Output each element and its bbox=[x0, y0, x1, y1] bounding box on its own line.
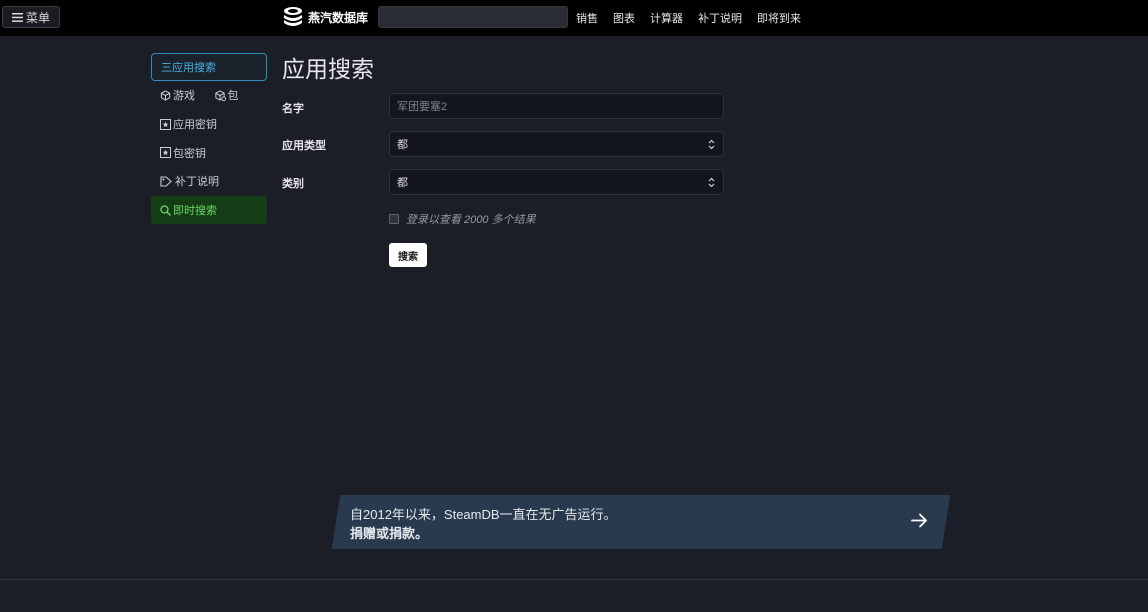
login-results-label: 登录以查看 2000 多个结果 bbox=[406, 214, 536, 226]
hamburger-icon bbox=[11, 12, 23, 22]
star-box-icon bbox=[160, 118, 171, 130]
page-title: 应用搜索 bbox=[282, 56, 374, 82]
category-label: 类别 bbox=[282, 178, 304, 190]
steamdb-logo-icon bbox=[284, 7, 302, 26]
category-select[interactable]: 都 bbox=[389, 169, 724, 195]
sidebar-item-label: 即时搜索 bbox=[173, 205, 217, 218]
menu-label: 菜单 bbox=[25, 10, 50, 25]
nav-charts[interactable]: 图表 bbox=[613, 10, 635, 26]
banner-line-2: 捐赠或捐款。 bbox=[350, 526, 429, 541]
sidebar-item-packages[interactable]: 包 bbox=[214, 87, 268, 103]
app-type-label: 应用类型 bbox=[282, 140, 326, 152]
logo-text: 燕汽数据库 bbox=[308, 10, 369, 25]
name-placeholder: 军团要塞2 bbox=[397, 101, 448, 113]
app-type-value: 都 bbox=[397, 139, 408, 151]
sidebar-item-label: 补丁说明 bbox=[175, 176, 219, 189]
sidebar-item-patchnotes[interactable]: 补丁说明 bbox=[151, 167, 267, 196]
cubes-icon bbox=[214, 90, 226, 101]
sidebar-item-instant-search[interactable]: 即时搜索 bbox=[151, 195, 267, 225]
sidebar-item-app-search[interactable]: 三应用搜索 bbox=[151, 53, 267, 81]
tags-icon bbox=[160, 176, 173, 187]
site-logo[interactable]: 燕汽数据库 bbox=[282, 6, 368, 28]
search-button[interactable]: 搜索 bbox=[389, 243, 427, 267]
search-icon bbox=[160, 204, 171, 216]
footer-divider bbox=[0, 579, 1148, 580]
donation-banner-text: 自2012年以来，SteamDB一直在无广告运行。 捐赠或捐款。 bbox=[350, 505, 617, 543]
sidebar-item-label: 应用密钥 bbox=[173, 119, 217, 132]
sidebar-item-package-keys[interactable]: 包密钥 bbox=[151, 138, 267, 167]
sidebar: 三应用搜索 游戏 包 应用密钥 包密钥 补丁说明 即时搜索 bbox=[151, 53, 267, 225]
category-value: 都 bbox=[397, 177, 408, 189]
name-label: 名字 bbox=[282, 103, 304, 115]
sidebar-item-label: 包密钥 bbox=[173, 147, 206, 160]
cube-icon bbox=[160, 90, 171, 101]
sidebar-item-label: 包 bbox=[227, 90, 239, 103]
select-arrows-icon bbox=[708, 139, 715, 150]
app-type-select[interactable]: 都 bbox=[389, 131, 724, 157]
sidebar-item-app-keys[interactable]: 应用密钥 bbox=[151, 110, 267, 139]
nav-upcoming[interactable]: 即将到来 bbox=[757, 10, 801, 26]
sidebar-row-games-packages: 游戏 包 bbox=[151, 81, 267, 110]
arrow-right-icon[interactable] bbox=[910, 511, 929, 530]
name-input[interactable]: 军团要塞2 bbox=[389, 93, 724, 119]
select-arrows-icon bbox=[708, 177, 715, 188]
banner-line-1: 自2012年以来，SteamDB一直在无广告运行。 bbox=[350, 507, 617, 522]
nav-sales[interactable]: 销售 bbox=[576, 10, 598, 26]
sidebar-item-label: 游戏 bbox=[173, 90, 195, 103]
login-results-checkbox[interactable] bbox=[389, 214, 399, 224]
menu-button[interactable]: 菜单 bbox=[2, 6, 60, 28]
nav-calculator[interactable]: 计算器 bbox=[650, 10, 683, 26]
top-navbar: 菜单 燕汽数据库 销售 图表 计算器 补丁说明 即将到来 bbox=[0, 0, 1148, 36]
login-results-row: 登录以查看 2000 多个结果 bbox=[389, 211, 536, 227]
sidebar-item-label: 三应用搜索 bbox=[161, 62, 216, 74]
nav-patchnotes[interactable]: 补丁说明 bbox=[698, 10, 742, 26]
star-box-icon bbox=[160, 147, 171, 159]
global-search-input[interactable] bbox=[378, 6, 568, 28]
main-nav: 销售 图表 计算器 补丁说明 即将到来 bbox=[576, 0, 816, 36]
sidebar-item-games[interactable]: 游戏 bbox=[160, 87, 214, 103]
